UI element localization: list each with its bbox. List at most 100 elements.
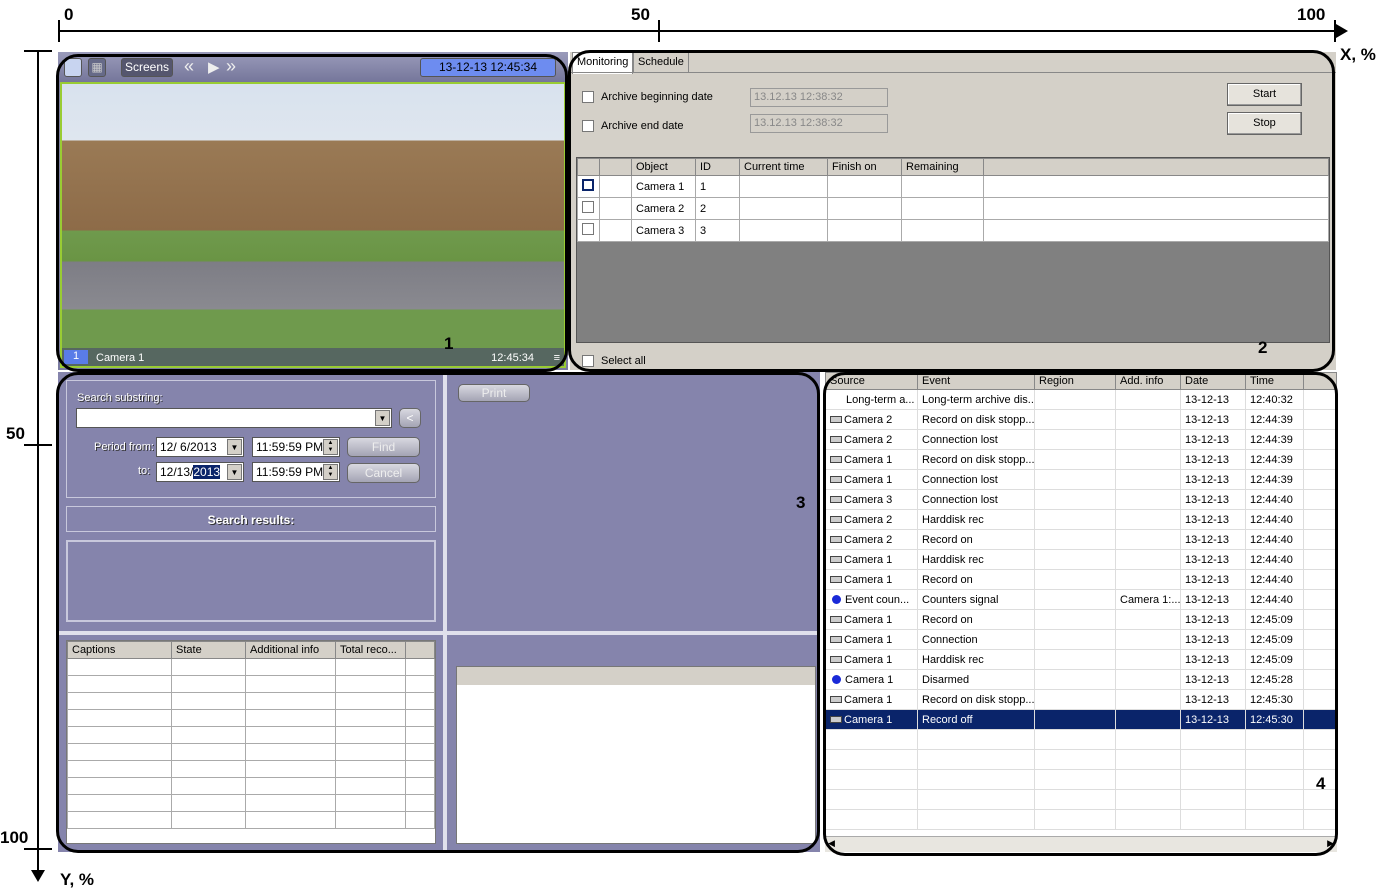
col-source[interactable]: Source [825,372,918,390]
print-button[interactable]: Print [458,384,530,402]
event-row[interactable]: Camera 2 Record on 13-12-13 12:44:40 [825,529,1337,550]
camera-video-frame[interactable]: 1 Camera 1 12:45:34 ≡ [60,82,566,368]
camera-icon [830,696,842,704]
event-row[interactable]: Camera 2 Connection lost 13-12-13 12:44:39 [825,429,1337,450]
event-source: Camera 2 [844,433,893,446]
event-row[interactable]: Camera 2 Harddisk rec 13-12-13 12:44:40 [825,509,1337,530]
event-date: 13-12-13 [1185,713,1230,726]
event-source: Camera 1 [844,713,893,726]
spinner-icon[interactable]: ▲ ▼ [323,439,338,455]
event-row[interactable]: Camera 1 Connection lost 13-12-13 12:44:39 [825,469,1337,490]
camera-name: Camera 1 [96,352,145,364]
col-add-info[interactable]: Add. info [1115,372,1181,390]
event-dot-icon [832,595,841,605]
event-row[interactable]: Long-term a... Long-term archive dis... 13… [825,389,1337,410]
col-additional-info: Additional info [245,641,336,659]
event-source: Camera 3 [844,493,893,506]
fast-forward-icon[interactable]: » [226,56,236,77]
chevron-down-icon[interactable]: ▼ [227,464,242,480]
archive-end-input[interactable]: 13.12.13 12:38:32 [750,114,888,133]
find-button[interactable]: Find [347,437,420,457]
event-date: 13-12-13 [1185,393,1230,406]
event-row[interactable]: Camera 1 Record on disk stopp... 13-12-13 1… [825,449,1337,470]
event-row[interactable]: Camera 1 Record on 13-12-13 12:44:40 [825,569,1337,590]
spinner-icon[interactable]: ▲ ▼ [323,464,338,480]
back-button[interactable]: < [399,408,421,428]
chevron-down-icon[interactable]: ▼ [227,439,242,455]
from-time-input[interactable]: 11:59:59 PM ▲ ▼ [252,437,340,457]
archive-begin-checkbox[interactable] [582,91,594,103]
to-date-input[interactable]: 12/13/2013 ▼ [156,462,244,482]
archive-begin-label: Archive beginning date [601,91,713,103]
cancel-button[interactable]: Cancel [347,463,420,483]
event-time: 12:44:40 [1250,553,1293,566]
video-timestamp: 12:45:34 [491,352,534,364]
row-checkbox[interactable] [582,223,594,235]
col-event[interactable]: Event [917,372,1035,390]
event-row[interactable]: Camera 1 Harddisk rec 13-12-13 12:44:40 [825,549,1337,570]
captions-table: Captions State Additional info Total reco..… [66,640,436,844]
scroll-left-icon[interactable]: ◀ [828,838,835,849]
search-substring-input[interactable]: ▼ [76,408,392,428]
event-time: 12:45:09 [1250,653,1293,666]
event-time: 12:45:28 [1250,673,1293,686]
stop-button[interactable]: Stop [1227,112,1302,135]
event-row[interactable]: Camera 1 Record off 13-12-13 12:45:30 [825,709,1337,730]
to-time-input[interactable]: 11:59:59 PM ▲ ▼ [252,462,340,482]
region-number: 4 [1316,774,1326,793]
event-row[interactable]: Camera 1 Record on disk stopp... 13-12-13 1… [825,689,1337,710]
event-event: Record on [922,613,973,626]
event-row[interactable]: Camera 1 Harddisk rec 13-12-13 12:45:09 [825,649,1337,670]
datetime-display: 13-12-13 12:45:34 [420,58,556,77]
camera-icon [830,536,842,544]
event-row[interactable]: Camera 1 Record on 13-12-13 12:45:09 [825,609,1337,630]
col-time[interactable]: Time [1245,372,1304,390]
y-tick [24,444,52,446]
event-row[interactable]: Camera 1 Connection 13-12-13 12:45:09 [825,629,1337,650]
row-checkbox[interactable] [582,201,594,213]
screens-button[interactable]: Screens [121,58,173,77]
col-captions: Captions [67,641,172,659]
grid-view-icon[interactable]: ▦ [88,58,106,77]
table-row[interactable]: Camera 22 [577,197,1329,220]
single-view-icon[interactable] [64,58,82,77]
table-row[interactable]: Camera 11 [577,175,1329,198]
event-time: 12:45:30 [1250,693,1293,706]
event-time: 12:44:39 [1250,413,1293,426]
col-id: ID [695,158,740,176]
play-icon[interactable]: ▶ [208,58,220,76]
archive-end-checkbox[interactable] [582,120,594,132]
scroll-right-icon[interactable]: ▶ [1327,838,1334,849]
event-row[interactable]: Camera 1 Disarmed 13-12-13 12:45:28 [825,669,1337,690]
x-axis-title: X, % [1340,45,1376,64]
tab-monitoring[interactable]: Monitoring [572,52,634,74]
event-time: 12:45:09 [1250,633,1293,646]
event-date: 13-12-13 [1185,413,1230,426]
table-row[interactable]: Camera 33 [577,219,1329,242]
start-button[interactable]: Start [1227,83,1302,106]
row-checkbox[interactable] [582,179,594,191]
event-event: Record on disk stopp... [922,693,1035,706]
chevron-down-icon[interactable]: ▼ [375,410,390,426]
tab-schedule[interactable]: Schedule [633,52,689,72]
from-date-input[interactable]: 12/ 6/2013 ▼ [156,437,244,457]
select-all-checkbox[interactable] [582,355,594,367]
event-source: Camera 2 [844,513,893,526]
menu-icon[interactable]: ≡ [554,352,560,364]
event-source: Camera 2 [844,413,893,426]
event-row[interactable]: Camera 2 Record on disk stopp... 13-12-13 1… [825,409,1337,430]
rewind-icon[interactable]: « [184,56,194,77]
col-region[interactable]: Region [1034,372,1116,390]
event-time: 12:44:39 [1250,473,1293,486]
search-results-list[interactable] [66,540,436,622]
horizontal-scrollbar[interactable]: ◀ ▶ [825,836,1337,852]
col-current-time: Current time [739,158,828,176]
event-date: 13-12-13 [1185,493,1230,506]
archive-begin-input[interactable]: 13.12.13 12:38:32 [750,88,888,107]
x-label-100: 100 [1297,5,1326,24]
event-row[interactable]: Event coun... Counters signal Camera 1:...… [825,589,1337,610]
camera-icon [830,516,842,524]
event-row[interactable]: Camera 3 Connection lost 13-12-13 12:44:40 [825,489,1337,510]
col-date[interactable]: Date [1180,372,1246,390]
event-source: Camera 1 [844,633,893,646]
